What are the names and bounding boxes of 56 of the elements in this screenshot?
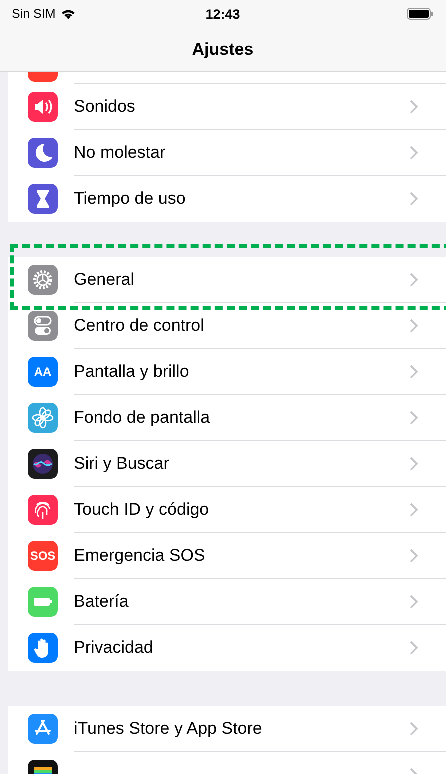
row-label: iTunes Store y App Store — [74, 718, 264, 738]
chevron-icon — [410, 548, 418, 562]
speaker-icon — [28, 92, 58, 122]
row-label: Privacidad — [74, 638, 154, 658]
chevron-icon — [410, 456, 418, 470]
row-label: Sonidos — [74, 96, 136, 116]
row-label: Batería — [74, 592, 130, 612]
battery-icon — [28, 587, 58, 617]
chevron-icon — [410, 100, 418, 114]
battery-status-icon — [407, 8, 434, 20]
toggles-icon — [28, 311, 58, 341]
settings-row[interactable]: AA Pantalla y brillo — [8, 349, 446, 395]
settings-row[interactable]: Touch ID y código — [8, 487, 446, 533]
row-label: Centro de control — [74, 316, 206, 336]
chevron-icon — [410, 192, 418, 206]
settings-row[interactable]: Privacidad — [8, 625, 446, 671]
row-label: Touch ID y código — [74, 500, 210, 520]
app-store-icon — [28, 714, 58, 744]
settings-row[interactable]: SOS Emergencia SOS — [8, 533, 446, 579]
settings-icon — [28, 265, 58, 295]
settings-row[interactable]: Siri y Buscar — [8, 441, 446, 487]
settings-row[interactable]: Fondo de pantalla — [8, 395, 446, 441]
settings-row[interactable]: No molestar — [8, 130, 446, 176]
row-label: Emergencia SOS — [74, 546, 206, 566]
chevron-icon — [410, 722, 418, 736]
row-label: Pantalla y brillo — [74, 362, 190, 382]
row-label: Tiempo de uso — [74, 189, 187, 209]
chevron-icon — [410, 502, 418, 516]
chevron-icon — [410, 318, 418, 332]
row-label: Fondo de pantalla — [74, 408, 212, 428]
row-label: Siri y Buscar — [74, 454, 170, 474]
moon-icon — [28, 138, 58, 168]
hourglass-icon — [28, 184, 58, 214]
settings-row[interactable]: Sonidos — [8, 84, 446, 130]
page-title: Ajustes — [192, 40, 254, 60]
wifi-icon — [60, 8, 76, 20]
clock-time: 12:43 — [206, 6, 240, 22]
chevron-icon — [410, 641, 418, 655]
settings-row[interactable]: Centro de control — [8, 303, 446, 349]
hand-icon — [28, 633, 58, 663]
row-label: No molestar — [74, 142, 167, 162]
flower-icon — [28, 403, 58, 433]
sos-icon: SOS — [28, 541, 58, 571]
row-label: General — [74, 270, 136, 290]
settings-row[interactable]: General — [8, 257, 446, 303]
carrier-label: Sin SIM — [12, 7, 56, 21]
chevron-icon — [410, 594, 418, 608]
settings-row[interactable]: Batería — [8, 579, 446, 625]
fingerprint-icon — [28, 495, 58, 525]
text-size-icon: AA — [28, 357, 58, 387]
chevron-icon — [410, 410, 418, 424]
chevron-icon — [410, 272, 418, 286]
orb-icon — [28, 449, 58, 479]
chevron-icon — [410, 364, 418, 378]
chevron-icon — [410, 146, 418, 160]
settings-row[interactable]: Tiempo de uso — [8, 176, 446, 222]
